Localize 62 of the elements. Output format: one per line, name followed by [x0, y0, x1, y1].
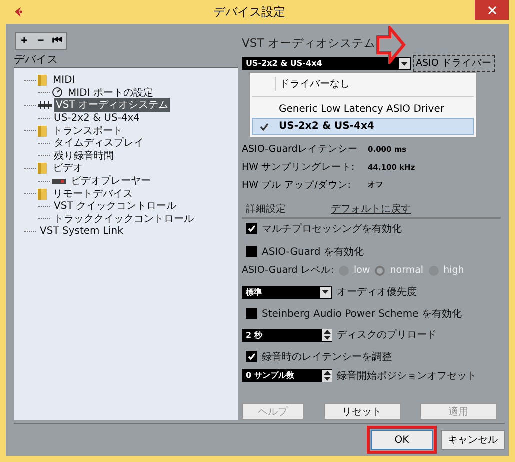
toolbar-button[interactable]: + [16, 33, 33, 49]
radio-label: high [444, 265, 464, 276]
priority-dropdown[interactable]: 標準 [242, 286, 332, 298]
tree-item[interactable]: トラッククイックコントロール [52, 212, 196, 226]
folder-icon [38, 124, 48, 137]
checkbox-label: マルチプロセッシングを有効化 [262, 222, 402, 236]
checkbox[interactable] [246, 351, 257, 362]
checkbox-label: ASIO-Guard を有効化 [262, 246, 364, 258]
tree-item[interactable]: 残り録音時間 [52, 148, 116, 163]
menu-item[interactable]: ドライバーなし [252, 75, 474, 93]
advanced-heading: 詳細設定 [246, 202, 286, 216]
radio-label: low [354, 265, 370, 276]
section-title: VST オーディオシステム [242, 36, 377, 51]
info-label: HW プル アップ/ダウン: [242, 178, 352, 192]
tree-item[interactable]: VST オーディオシステム [54, 98, 170, 112]
menu-item[interactable]: Generic Low Latency ASIO Driver [252, 100, 474, 118]
tree-item[interactable]: MIDI ポートの設定 [66, 86, 156, 100]
tree-item[interactable]: リモートデバイス [51, 186, 135, 201]
spin-arrows-icon [324, 370, 330, 380]
caret-icon [401, 62, 408, 66]
checkbox-label: Steinberg Audio Power Scheme を有効化 [262, 308, 462, 320]
checkbox[interactable] [246, 308, 257, 319]
tree-item[interactable]: VST クイックコントロール [52, 199, 178, 214]
midi-port-icon [52, 87, 63, 98]
preload-spinbox[interactable]: 2 秒 [242, 328, 332, 342]
field-label: オーディオ優先度 [337, 286, 417, 299]
folder-icon [38, 162, 48, 174]
field-label: 録音開始ポジションオフセット [337, 370, 477, 382]
menu-item[interactable]: US-2x2 & US-4x4 [252, 118, 474, 135]
tree-item[interactable]: US-2x2 & US-4x4 [52, 112, 142, 124]
toolbar-button[interactable]: ⏮ [49, 33, 66, 49]
cancel-button[interactable]: キャンセル [441, 430, 505, 450]
tree-item[interactable]: ビデオ [51, 161, 85, 176]
spin-arrows-icon [324, 330, 330, 340]
panel-button[interactable]: リセット [324, 403, 400, 420]
guard-level-label: ASIO-Guard レベル: [242, 264, 334, 277]
tree-item[interactable]: ビデオプレーヤー [69, 174, 153, 188]
annotation-arrow [376, 26, 406, 64]
info-label: ASIO-Guardレイテンシー [242, 142, 359, 156]
audio-card-icon [38, 101, 52, 110]
close-icon [488, 6, 496, 14]
toolbar-button[interactable]: − [32, 33, 50, 49]
field-label: ディスクのプリロード [337, 328, 437, 342]
folder-icon [38, 188, 48, 200]
info-label: HW サンプリングレート: [242, 160, 356, 174]
folder-icon [38, 74, 48, 86]
checkbox[interactable] [246, 223, 257, 234]
tree-item[interactable]: タイムディスプレイ [52, 136, 146, 150]
video-player-icon [52, 178, 66, 185]
tree-item[interactable]: トランスポート [51, 124, 125, 138]
checkbox[interactable] [246, 246, 257, 257]
close-button[interactable] [475, 0, 509, 20]
driver-dropdown[interactable]: US-2x2 & US-4x4 [242, 57, 411, 70]
checkbox-label: 録音時のレイテンシーを調整 [262, 350, 392, 364]
radio-label: normal [390, 265, 424, 276]
window-title: デバイス設定 [214, 4, 286, 20]
caret-icon [322, 290, 329, 294]
reset-default-link[interactable]: デフォルトに戻す [331, 202, 411, 216]
offset-spinbox[interactable]: 0 サンプル数 [242, 369, 332, 382]
tree-item[interactable]: MIDI [51, 74, 78, 86]
tree-item[interactable]: VST System Link [38, 226, 126, 237]
check-icon [260, 122, 268, 130]
